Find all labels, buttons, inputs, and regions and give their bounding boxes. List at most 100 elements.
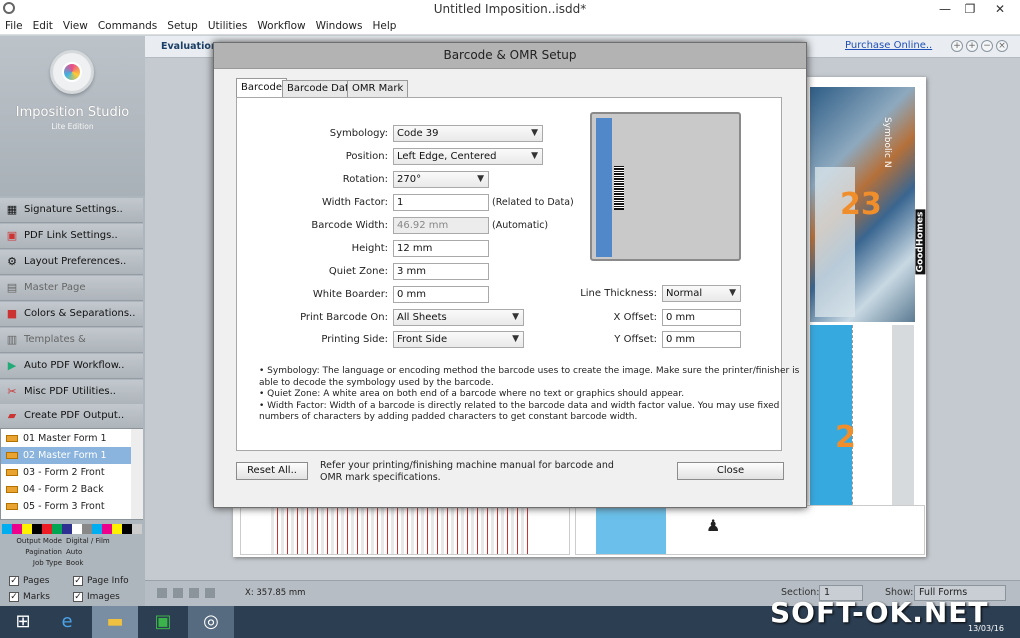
printing-side-label: Printing Side: xyxy=(321,334,388,345)
pdf-icon: ▣ xyxy=(6,229,18,242)
zoom-in-icon[interactable]: + xyxy=(951,40,963,52)
artwork-cover-image: 23 Symbolic N GoodHomes xyxy=(810,87,926,322)
form-list-scrollbar[interactable] xyxy=(131,429,143,519)
menu-setup[interactable]: Setup xyxy=(162,19,203,33)
menu-edit[interactable]: Edit xyxy=(28,19,58,33)
chevron-down-icon: ▼ xyxy=(531,151,538,161)
white-boarder-input[interactable]: 0 mm xyxy=(393,286,489,303)
tools-icon: ✂ xyxy=(7,385,17,398)
logo-sub: Lite Edition xyxy=(51,122,94,131)
menu-help[interactable]: Help xyxy=(367,19,401,33)
position-select[interactable]: Left Edge, Centered ▼ xyxy=(393,148,543,165)
quiet-zone-input[interactable]: 3 mm xyxy=(393,263,489,280)
gear-icon: ⚙ xyxy=(7,255,17,268)
symbology-select[interactable]: Code 39 ▼ xyxy=(393,125,543,142)
app-logo: Imposition Studio Lite Edition xyxy=(0,36,145,196)
tab-omr-mark[interactable]: OMR Mark xyxy=(347,80,409,97)
restore-icon[interactable]: ❐ xyxy=(955,0,985,19)
sidebar-item-misc-pdf-utilities[interactable]: ✂ Misc PDF Utilities.. xyxy=(0,380,143,405)
form-item[interactable]: 02 Master Form 1 Back xyxy=(1,447,131,478)
print-barcode-on-select[interactable]: All Sheets ▼ xyxy=(393,309,524,326)
trash-icon[interactable] xyxy=(189,588,199,598)
position-label: Position: xyxy=(345,151,388,162)
figure-icon: ♟ xyxy=(706,516,721,535)
coordinate-readout: X: 357.85 mm xyxy=(245,588,306,598)
barcode-width-note: (Automatic) xyxy=(492,220,549,231)
height-label: Height: xyxy=(351,243,388,254)
menu-utilities[interactable]: Utilities xyxy=(203,19,253,33)
start-icon[interactable]: ⊞ xyxy=(0,606,46,638)
form-list: 01 Master Form 1 Front 02 Master Form 1 … xyxy=(0,428,143,520)
height-input[interactable]: 12 mm xyxy=(393,240,489,257)
rotation-label: Rotation: xyxy=(342,174,388,185)
browser-icon[interactable]: e xyxy=(44,606,90,638)
images-checkbox[interactable]: ✓ Images xyxy=(73,590,120,604)
form-icon xyxy=(6,435,18,442)
form-item[interactable]: 01 Master Form 1 Front xyxy=(1,430,131,461)
menu-workflow[interactable]: Workflow xyxy=(252,19,310,33)
sidebar-item-auto-pdf-workflow[interactable]: ▶ Auto PDF Workflow.. xyxy=(0,354,143,379)
folder-icon[interactable]: ▬ xyxy=(92,606,138,638)
zoom-fit-icon[interactable]: + xyxy=(966,40,978,52)
sidebar-item-layout-preferences[interactable]: ⚙ Layout Preferences.. xyxy=(0,250,143,275)
preview-edge-bar xyxy=(596,118,612,257)
page-info-checkbox[interactable]: ✓ Page Info xyxy=(73,574,129,588)
width-factor-note: (Related to Data) xyxy=(492,197,574,208)
lock-icon[interactable] xyxy=(157,588,167,598)
move-icon[interactable] xyxy=(205,588,215,598)
sidebar-item-pdf-link-settings[interactable]: ▣ PDF Link Settings.. xyxy=(0,224,143,249)
store-icon[interactable]: ▣ xyxy=(140,606,186,638)
line-thickness-label: Line Thickness: xyxy=(580,288,657,299)
zoom-out-icon[interactable]: − xyxy=(981,40,993,52)
purchase-online-link[interactable]: Purchase Online.. xyxy=(845,40,932,51)
sidebar-item-create-pdf-output[interactable]: ▰ Create PDF Output.. xyxy=(0,404,143,429)
workflow-icon: ▶ xyxy=(7,359,17,372)
menu-commands[interactable]: Commands xyxy=(93,19,162,33)
quiet-zone-label: Quiet Zone: xyxy=(328,266,388,277)
tab-barcode[interactable]: Barcode xyxy=(236,78,287,97)
close-icon[interactable]: ✕ xyxy=(985,0,1015,19)
printing-side-select[interactable]: Front Side ▼ xyxy=(393,331,524,348)
x-offset-input[interactable]: 0 mm xyxy=(662,309,741,326)
white-boarder-label: White Boarder: xyxy=(312,289,388,300)
marks-checkbox[interactable]: ✓ Marks xyxy=(9,590,50,604)
view-checkboxes: ✓ Pages ✓ Page Info ✓ Marks ✓ Images xyxy=(0,572,143,606)
note-icon[interactable] xyxy=(173,588,183,598)
sidebar-item-signature-settings[interactable]: ▦ Signature Settings.. xyxy=(0,198,143,223)
line-thickness-select[interactable]: Normal ▼ xyxy=(662,285,741,302)
form-item[interactable]: 04 - Form 2 Back xyxy=(1,481,131,498)
barcode-omr-dialog: Barcode & OMR Setup Barcode Barcode Data… xyxy=(213,42,807,508)
barcode-width-label: Barcode Width: xyxy=(311,220,388,231)
sidebar-item-master-page-properties: ▤Master Page Properties.. xyxy=(0,276,143,317)
width-factor-input[interactable]: 1 xyxy=(393,194,489,211)
rotation-select[interactable]: 270° ▼ xyxy=(393,171,489,188)
y-offset-label: Y Offset: xyxy=(614,334,657,345)
color-swatch-strip xyxy=(2,524,142,534)
menu-file[interactable]: File xyxy=(0,19,28,33)
chevron-down-icon: ▼ xyxy=(729,288,736,298)
menu-windows[interactable]: Windows xyxy=(311,19,368,33)
imposition-studio-icon[interactable]: ◎ xyxy=(188,606,234,638)
x-offset-label: X Offset: xyxy=(613,312,657,323)
sidebar-item-colors-separations[interactable]: ■ Colors & Separations.. xyxy=(0,302,143,327)
close-panel-icon[interactable]: × xyxy=(996,40,1008,52)
template-icon: ▥ xyxy=(6,333,18,346)
chevron-down-icon: ▼ xyxy=(531,128,538,138)
form-icon xyxy=(6,503,18,510)
barcode-width-field: 46.92 mm xyxy=(393,217,489,234)
menu-view[interactable]: View xyxy=(58,19,93,33)
pages-checkbox[interactable]: ✓ Pages xyxy=(9,574,49,588)
reset-all-button[interactable]: Reset All.. xyxy=(236,462,308,480)
title-bar: Untitled Imposition..isdd* — ❐ ✕ xyxy=(0,0,1020,19)
form-item[interactable]: 03 - Form 2 Front xyxy=(1,464,131,481)
y-offset-input[interactable]: 0 mm xyxy=(662,331,741,348)
app-window: Untitled Imposition..isdd* — ❐ ✕ File Edi… xyxy=(0,0,1020,638)
help-description: • Symbology: The language or encoding me… xyxy=(259,366,800,422)
form-item[interactable]: 05 - Form 3 Front xyxy=(1,498,131,515)
logo-name: Imposition Studio xyxy=(15,105,130,120)
width-factor-label: Width Factor: xyxy=(321,197,388,208)
sidebar-item-templates-examples: ▥Templates & Examples.. xyxy=(0,328,143,369)
print-barcode-on-label: Print Barcode On: xyxy=(300,312,388,323)
close-button[interactable]: Close xyxy=(677,462,784,480)
artwork-bottom-right: ♟ xyxy=(575,505,925,555)
